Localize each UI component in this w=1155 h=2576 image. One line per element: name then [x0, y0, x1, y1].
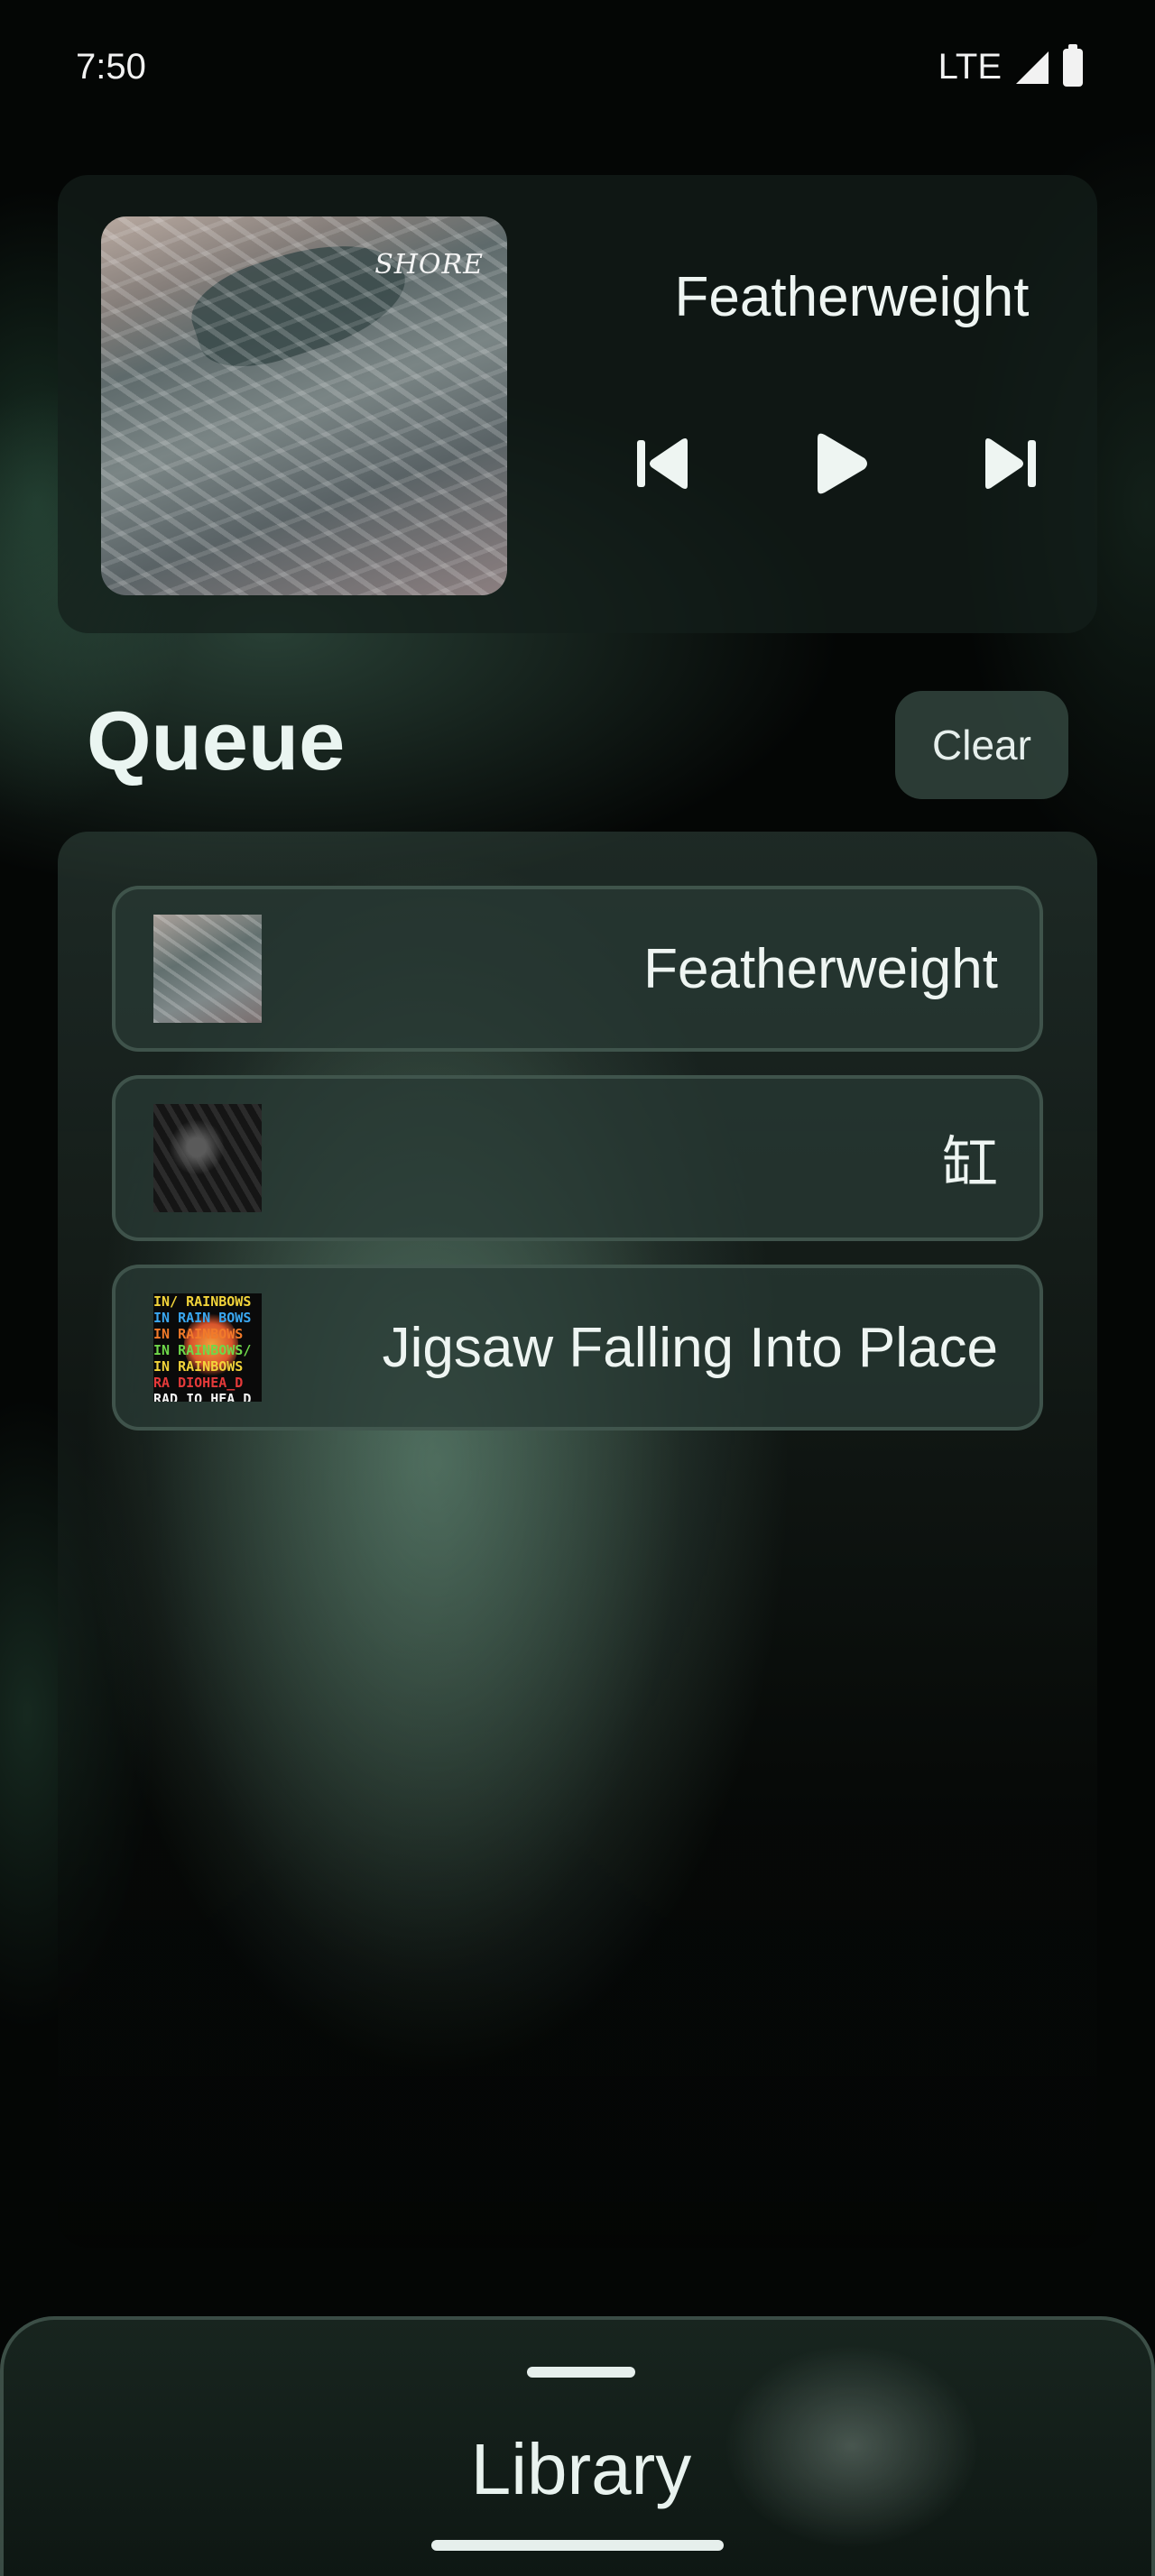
- queue-item-album-art: [153, 1104, 262, 1212]
- queue-item[interactable]: Featherweight: [112, 886, 1043, 1052]
- album-art-title: SHORE: [374, 249, 484, 281]
- status-icons: LTE: [938, 43, 1083, 87]
- now-playing-card[interactable]: SHORE Featherweight: [58, 175, 1097, 633]
- skip-next-button[interactable]: [975, 428, 1047, 500]
- now-playing-title: Featherweight: [674, 266, 1030, 328]
- drag-handle[interactable]: [527, 2367, 635, 2378]
- status-time: 7:50: [76, 47, 146, 87]
- skip-previous-button[interactable]: [626, 428, 698, 500]
- skip-next-icon: [985, 438, 1036, 489]
- network-label: LTE: [938, 47, 1002, 87]
- home-indicator[interactable]: [431, 2540, 724, 2551]
- clear-queue-button[interactable]: Clear: [895, 691, 1068, 799]
- queue-item-album-art: [153, 915, 262, 1023]
- queue-item-album-art: IN/ RAINBOWS IN RAIN BOWS IN RAINBOWS IN…: [153, 1293, 262, 1402]
- play-button[interactable]: [801, 428, 873, 500]
- battery-icon: [1063, 43, 1083, 87]
- queue-item[interactable]: IN/ RAINBOWS IN RAIN BOWS IN RAINBOWS IN…: [112, 1265, 1043, 1431]
- queue-item-title: Jigsaw Falling Into Place: [382, 1316, 998, 1379]
- album-art-text: IN RAINBOWS/: [153, 1342, 252, 1358]
- queue-item-title: 缸: [941, 1133, 998, 1195]
- album-art-text: IN RAINBOWS: [153, 1326, 244, 1342]
- album-art-text: RA DIOHEA_D: [153, 1375, 244, 1391]
- now-playing-album-art: SHORE: [101, 216, 507, 595]
- album-art-text: IN/ RAINBOWS: [153, 1293, 252, 1310]
- playback-controls: [590, 428, 1095, 500]
- library-sheet[interactable]: Library: [0, 2316, 1155, 2576]
- queue-item-title: Featherweight: [643, 937, 998, 1000]
- queue-title: Queue: [87, 695, 346, 787]
- signal-icon: [1016, 51, 1049, 84]
- album-art-text: IN RAINBOWS: [153, 1358, 244, 1375]
- play-icon: [818, 433, 867, 494]
- library-label: Library: [470, 2429, 692, 2509]
- status-bar: 7:50 LTE: [0, 0, 1155, 135]
- skip-previous-icon: [637, 438, 688, 489]
- queue-list: Featherweight 缸 IN/ RAINBOWS IN RAIN BOW…: [58, 832, 1097, 2248]
- album-art-text: RAD IO HEA D: [153, 1391, 252, 1402]
- queue-item[interactable]: 缸: [112, 1075, 1043, 1241]
- album-art-text: IN RAIN BOWS: [153, 1310, 252, 1326]
